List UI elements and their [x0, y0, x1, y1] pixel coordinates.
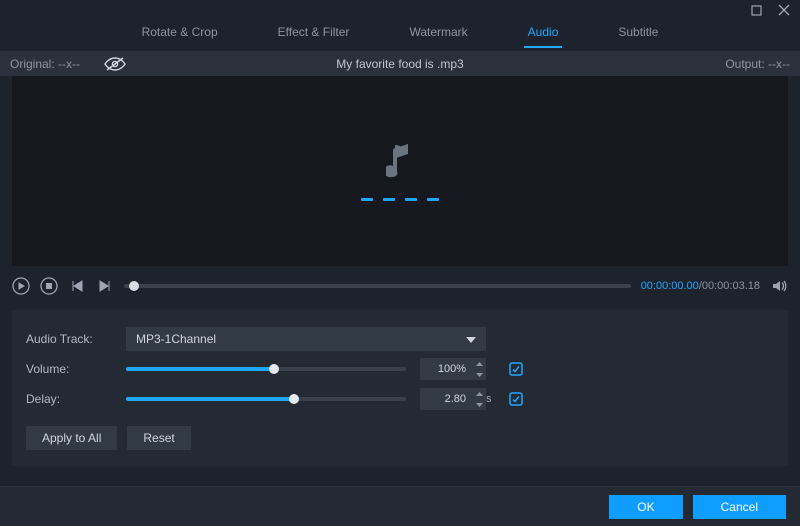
delay-unit: s — [486, 393, 500, 405]
volume-step-up[interactable] — [472, 358, 486, 369]
delay-step-down[interactable] — [472, 399, 486, 410]
play-button[interactable] — [12, 277, 30, 295]
volume-reset-icon[interactable] — [508, 361, 524, 377]
apply-to-all-button[interactable]: Apply to All — [26, 426, 117, 450]
prev-button[interactable] — [68, 277, 86, 295]
filename-label: My favorite food is .mp3 — [336, 57, 463, 71]
total-time: 00:00:03.18 — [702, 280, 760, 292]
delay-slider-fill — [126, 397, 294, 401]
volume-slider-knob[interactable] — [269, 364, 279, 374]
tab-watermark[interactable]: Watermark — [409, 25, 467, 47]
volume-value-box[interactable]: 100% — [420, 358, 486, 380]
reset-button[interactable]: Reset — [127, 426, 190, 450]
tab-rotate-crop[interactable]: Rotate & Crop — [142, 25, 218, 47]
delay-value-box[interactable]: 2.80 — [420, 388, 486, 410]
music-note-icon — [386, 141, 414, 184]
audio-track-select[interactable]: MP3-1Channel — [126, 327, 486, 351]
delay-slider[interactable] — [126, 397, 406, 401]
delay-step-up[interactable] — [472, 388, 486, 399]
volume-slider[interactable] — [126, 367, 406, 371]
equalizer-icon — [361, 198, 439, 201]
audio-track-label: Audio Track: — [26, 332, 126, 346]
time-display: 00:00:00.00/00:00:03.18 — [641, 280, 760, 292]
volume-icon[interactable] — [770, 277, 788, 295]
original-dimensions: Original: --x-- — [10, 57, 80, 71]
timeline-slider[interactable] — [124, 284, 631, 288]
preview-area — [12, 76, 788, 266]
delay-value: 2.80 — [420, 393, 472, 405]
cancel-button[interactable]: Cancel — [693, 495, 786, 519]
timeline-knob[interactable] — [129, 281, 139, 291]
audio-track-value: MP3-1Channel — [136, 332, 216, 346]
stop-button[interactable] — [40, 277, 58, 295]
maximize-button[interactable] — [746, 1, 766, 19]
tab-subtitle[interactable]: Subtitle — [618, 25, 658, 47]
close-button[interactable] — [774, 1, 794, 19]
volume-label: Volume: — [26, 362, 126, 376]
chevron-down-icon — [466, 332, 476, 346]
ok-button[interactable]: OK — [609, 495, 682, 519]
current-time: 00:00:00.00 — [641, 280, 699, 292]
next-button[interactable] — [96, 277, 114, 295]
delay-label: Delay: — [26, 392, 126, 406]
tab-effect-filter[interactable]: Effect & Filter — [278, 25, 350, 47]
volume-slider-fill — [126, 367, 274, 371]
volume-value: 100% — [420, 363, 472, 375]
delay-reset-icon[interactable] — [508, 391, 524, 407]
output-dimensions: Output: --x-- — [725, 57, 790, 71]
preview-toggle-icon[interactable] — [104, 56, 126, 72]
tab-audio[interactable]: Audio — [528, 25, 559, 47]
volume-step-down[interactable] — [472, 369, 486, 380]
delay-slider-knob[interactable] — [289, 394, 299, 404]
